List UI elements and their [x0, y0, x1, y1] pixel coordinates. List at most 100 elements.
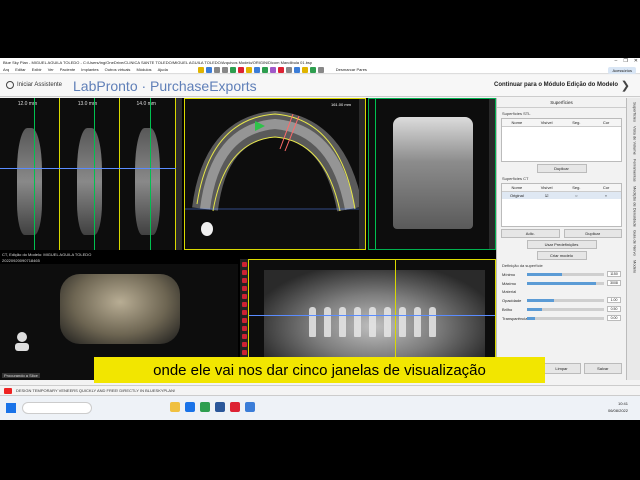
tab-volume-view[interactable]: Vista de Volume [630, 126, 638, 155]
tool-icon[interactable] [241, 342, 247, 347]
accessories-button[interactable]: Acessórios [608, 67, 636, 74]
slider-track[interactable] [527, 307, 604, 311]
layout-icon[interactable] [293, 66, 300, 73]
tool-icon[interactable] [241, 350, 247, 355]
zoom-icon[interactable] [269, 66, 276, 73]
brightness-slider[interactable]: Brilho 0.50 [502, 306, 621, 312]
tab-tools[interactable]: Ferramentas [630, 159, 638, 182]
next-arrow-icon[interactable]: ❯ [621, 79, 630, 92]
pan-icon[interactable] [261, 66, 268, 73]
slice-scrollbar[interactable] [176, 98, 182, 250]
menu-edit[interactable]: Editar [15, 67, 25, 72]
cross-slice[interactable]: 12.0 mm [0, 98, 60, 250]
browser-icon[interactable] [185, 402, 195, 412]
slider-value[interactable]: 1150 [607, 271, 621, 277]
tool-icon[interactable] [241, 262, 247, 267]
tool-icon[interactable] [241, 310, 247, 315]
save-button[interactable]: Salvar [583, 363, 622, 374]
tooth-icon[interactable] [309, 66, 316, 73]
slider-value[interactable]: 3008 [607, 280, 621, 286]
duplicate-stl-button[interactable]: Duplicar [536, 164, 587, 173]
undo-icon[interactable] [213, 66, 220, 73]
rotate-icon[interactable] [229, 66, 236, 73]
seg-checkbox[interactable]: ○ [562, 192, 592, 199]
stl-surfaces-table[interactable]: Nome Visível Seg. Cor [501, 118, 622, 162]
save-icon[interactable] [205, 66, 212, 73]
nerve-icon[interactable] [245, 66, 252, 73]
menu-file[interactable]: Arq [3, 67, 9, 72]
app-icon[interactable] [230, 402, 240, 412]
cross-slice[interactable]: 14.0 mm [120, 98, 176, 250]
cross-section-view[interactable]: 12.0 mm 13.0 mm 14.0 mm [0, 98, 182, 250]
table-row[interactable]: Original ☑ ○ ▪ [502, 192, 621, 199]
slider-track[interactable] [527, 298, 604, 302]
maximize-button[interactable]: ❐ [623, 58, 627, 64]
menu-modules[interactable]: Módulos [136, 67, 151, 72]
notification-text[interactable]: DESIGN TEMPORARY VENEERS QUICKLY AND FRE… [16, 388, 175, 393]
sagittal-view[interactable] [368, 98, 496, 250]
tool-icon[interactable] [241, 294, 247, 299]
start-assistant-button[interactable]: Iniciar Assistente [6, 81, 62, 89]
measure-icon[interactable] [253, 66, 260, 73]
duplicate-ct-button[interactable]: Duplicar [563, 229, 622, 238]
tool-icon[interactable] [241, 302, 247, 307]
slider-track[interactable] [527, 272, 604, 276]
tab-surfaces[interactable]: Superfícies [630, 102, 638, 122]
add-button[interactable]: Adic. [501, 229, 560, 238]
redo-icon[interactable] [221, 66, 228, 73]
deselect-pairs-button[interactable]: Desmarcar Pares [336, 67, 367, 72]
slider-value[interactable]: 0.00 [607, 315, 621, 321]
create-model-button[interactable]: Criar modelo [536, 251, 587, 260]
crop-icon[interactable] [277, 66, 284, 73]
tool-icon[interactable] [241, 286, 247, 291]
clear-button[interactable]: Limpar [542, 363, 581, 374]
head-orientation-icon[interactable] [14, 332, 30, 354]
min-slider[interactable]: Mínimo 1150 [502, 271, 621, 277]
slider-value[interactable]: 0.50 [607, 306, 621, 312]
excel-icon[interactable] [200, 402, 210, 412]
axial-view[interactable]: 161.00 mm [184, 98, 366, 250]
menu-see[interactable]: Ver [48, 67, 54, 72]
tab-model[interactable]: Modelo [630, 260, 638, 273]
light-icon[interactable] [301, 66, 308, 73]
slider-track[interactable] [527, 316, 604, 320]
grid-icon[interactable] [285, 66, 292, 73]
blueskyplan-icon[interactable] [245, 402, 255, 412]
youtube-icon[interactable] [4, 387, 12, 394]
start-icon[interactable] [6, 403, 16, 413]
close-button[interactable]: ✕ [634, 58, 638, 64]
word-icon[interactable] [215, 402, 225, 412]
screenshot-icon[interactable] [317, 66, 324, 73]
menu-patient[interactable]: Paciente [60, 67, 76, 72]
menu-other[interactable]: Outros virtuais [105, 67, 131, 72]
taskbar-clock[interactable]: 10:41 06/08/2022 [608, 400, 628, 414]
tool-icon[interactable] [241, 326, 247, 331]
opacity-slider[interactable]: Opacidade 1.00 [502, 297, 621, 303]
color-swatch[interactable]: ▪ [591, 192, 621, 199]
use-presets-button[interactable]: Usar Predefinições [526, 240, 597, 249]
taskbar-search[interactable] [22, 402, 92, 414]
implant-icon[interactable] [237, 66, 244, 73]
transparency-slider[interactable]: Transparência 0.00 [502, 315, 621, 321]
tab-nerve[interactable]: Guia de Nervo [630, 230, 638, 256]
slider-track[interactable] [527, 281, 604, 285]
menu-help[interactable]: Ajuda [158, 67, 168, 72]
ct-surfaces-table[interactable]: Nome Visível Seg. Cor Original ☑ ○ ▪ [501, 183, 622, 227]
tool-icon[interactable] [241, 318, 247, 323]
slider-value[interactable]: 1.00 [607, 297, 621, 303]
open-icon[interactable] [197, 66, 204, 73]
menu-implants[interactable]: Implantes [81, 67, 98, 72]
max-slider[interactable]: Máximo 3008 [502, 280, 621, 286]
menu-view[interactable]: Exibir [32, 67, 42, 72]
sagittal-scrollbar[interactable] [489, 99, 495, 249]
tool-icon[interactable] [241, 334, 247, 339]
visible-checkbox[interactable]: ☑ [532, 192, 562, 199]
tab-density[interactable]: Medição de Densidade [630, 186, 638, 227]
tool-icon[interactable] [241, 278, 247, 283]
axial-scrollbar[interactable] [359, 99, 365, 249]
minimize-button[interactable]: – [615, 58, 618, 64]
cross-slice[interactable]: 13.0 mm [60, 98, 120, 250]
next-module-button[interactable]: Continuar para o Módulo Edição do Modelo [494, 82, 618, 88]
folder-icon[interactable] [170, 402, 180, 412]
tool-icon[interactable] [241, 270, 247, 275]
